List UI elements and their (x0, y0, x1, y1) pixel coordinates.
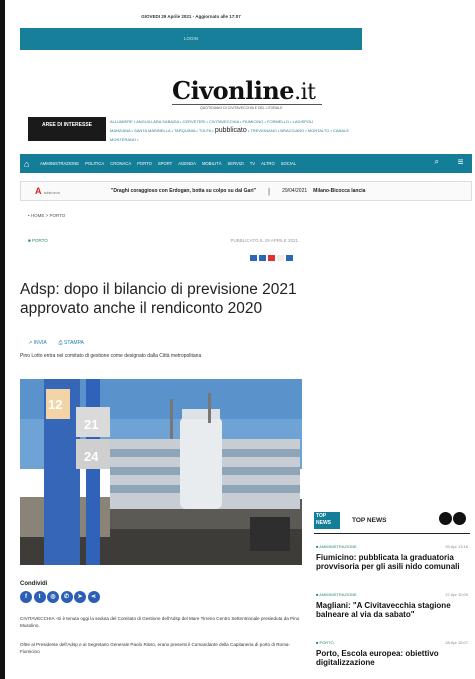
next-icon[interactable] (453, 512, 466, 525)
area-tags: ALLUMIERE • ANGUILLARA SABAZIA • CERVETE… (110, 117, 368, 144)
print-label: STAMPA (64, 340, 84, 346)
logo-subtitle: QUOTIDIANO DI CIVITAVECCHIA E DEL LITORA… (200, 106, 283, 110)
nav-items: AMMINISTRAZIONE POLITICA CRONACA PORTO S… (40, 161, 296, 166)
nav-item[interactable]: CRONACA (110, 161, 131, 166)
nav-item[interactable]: SERVIZI (227, 161, 243, 166)
ticker-headline-2[interactable]: 29/04/2021 Milano-Bicocca lancia (282, 188, 365, 194)
photo-mast-2 (208, 393, 211, 423)
article-paragraph: Oltre al Presidente dell'Adsp e al Segre… (20, 642, 291, 654)
article-actions: ↗ INVIA ⎙ STAMPA (28, 340, 84, 346)
share-label: Condividi (20, 581, 48, 587)
photo-sign-number-1: 12 (48, 397, 62, 412)
article-photo: 12 21 24 (20, 379, 302, 565)
nav-item[interactable]: PORTO (137, 161, 152, 166)
main-nav: ⌂ AMMINISTRAZIONE POLITICA CRONACA PORTO… (20, 154, 472, 173)
pubblicato-label: pubblicato (214, 127, 247, 134)
top-news-item[interactable]: ■ AMMINISTRAZIONE 27 Apr 10:00 Magliani: … (316, 592, 468, 619)
menu-icon[interactable]: ≡ (452, 156, 469, 171)
photo-tower (180, 417, 222, 509)
search-icon[interactable]: ⌕ (435, 157, 439, 167)
ticker-date: 29/04/2021 (282, 188, 308, 194)
nav-item[interactable]: AGENDA (178, 161, 196, 166)
logo-rule (172, 104, 322, 105)
ticker-logo-small: adnkronos (43, 191, 61, 195)
top-news-date: 27 Apr 10:00 (445, 592, 468, 597)
breadcrumb[interactable]: • HOME > PORTO (28, 213, 65, 218)
top-news-item[interactable]: ■ AMMINISTRAZIONE 29 Apr 13:16 Fiumicino:… (316, 544, 468, 571)
dateline: GIOVEDI 29 Aprile 2021 - Aggiornato alle… (141, 14, 241, 19)
article-lead: Pino Lotto entra nel comitato di gestion… (20, 353, 202, 359)
photo-sign-pole (86, 379, 100, 565)
publish-date: PUBBLICATO IL 29 APRILE 2021 (230, 238, 298, 243)
top-news-label: TOP NEWS (352, 516, 387, 524)
aree-di-interesse-box: AREE DI INTERESSE (28, 117, 106, 141)
prev-icon[interactable] (439, 512, 452, 525)
nav-item[interactable]: SOCIAL (281, 161, 296, 166)
send-button[interactable]: ↗ INVIA (28, 340, 47, 346)
nav-item[interactable]: SPORT (158, 161, 172, 166)
top-news-category: ■ AMMINISTRAZIONE (316, 544, 357, 549)
tags-line-1[interactable]: ALLUMIERE • ANGUILLARA SABAZIA • CERVETE… (110, 117, 368, 126)
photo-sign-number-2: 21 (84, 417, 98, 432)
pinterest-share-icon[interactable] (268, 255, 275, 261)
telegram-icon[interactable]: ➤ (74, 591, 86, 603)
facebook-icon[interactable]: f (20, 591, 32, 603)
facebook-share-icon[interactable] (250, 255, 257, 261)
twitter-share-icon[interactable] (259, 255, 266, 261)
top-news-title: Magliani: "A Civitavecchia stagione baln… (316, 601, 451, 619)
top-news-title: Porto, Escola europea: obiettivo digital… (316, 649, 439, 667)
nav-item[interactable]: POLITICA (85, 161, 104, 166)
top-news-header: TOP NEWS TOP NEWS (314, 510, 470, 530)
top-news-item[interactable]: ■ PORTO 28 Apr 15:07 Porto, Escola europe… (316, 640, 468, 667)
top-news-rule (314, 533, 470, 534)
photo-tower-top (182, 409, 220, 419)
nav-item[interactable]: ALTRO (261, 161, 275, 166)
instagram-icon[interactable]: ◎ (47, 591, 59, 603)
port-photo-illustration: 12 21 24 (20, 379, 302, 565)
left-border (0, 0, 5, 679)
ticker-headline[interactable]: "Draghi coraggioso con Erdogan, botta su… (111, 188, 256, 194)
article-meta: ■ PORTO PUBBLICATO IL 29 APRILE 2021 (28, 238, 298, 243)
ticker-logo-letter: A (35, 186, 42, 196)
print-button[interactable]: ⎙ STAMPA (59, 340, 84, 346)
top-news-category: ■ PORTO (316, 640, 334, 645)
nav-item[interactable]: MOBILITÀ (202, 161, 222, 166)
article-paragraph: CIVITAVECCHIA -Si è tenuta oggi la sedut… (20, 616, 300, 628)
email-share-icon[interactable] (286, 255, 293, 261)
top-news-date: 28 Apr 15:07 (445, 640, 468, 645)
twitter-icon[interactable]: t (33, 591, 46, 603)
logo-main: Civonline (172, 76, 295, 105)
ticker-separator: | (268, 186, 271, 196)
photo-mast-1 (170, 399, 173, 439)
top-news-date: 29 Apr 13:16 (445, 544, 468, 549)
photo-sign-number-3: 24 (84, 449, 99, 464)
send-label: INVIA (33, 340, 47, 346)
site-logo[interactable]: Civonline.it (172, 76, 316, 105)
nav-item[interactable]: AMMINISTRAZIONE (40, 161, 79, 166)
article-title: Adsp: dopo il bilancio di previsione 202… (20, 281, 297, 317)
carousel-controls (439, 512, 466, 525)
home-icon[interactable]: ⌂ (24, 159, 36, 169)
share-buttons: f t ◎ ✆ ➤ ⋖ (20, 591, 100, 603)
more-share-icon[interactable] (277, 255, 284, 261)
whatsapp-icon[interactable]: ✆ (60, 591, 73, 603)
logo-tld: .it (294, 80, 316, 105)
tags-line-2[interactable]: MANZIANA • SANTA MARINELLA • TARQUINIA •… (110, 128, 214, 133)
photo-barrier (250, 517, 290, 551)
share-icon[interactable]: ⋖ (87, 591, 100, 603)
share-buttons-top (250, 255, 293, 261)
top-news-title: Fiumicino: pubblicata la graduatoria pro… (316, 553, 460, 571)
ticker-headline-2-text: Milano-Bicocca lancia (313, 188, 366, 194)
article-category[interactable]: ■ PORTO (28, 238, 48, 243)
nav-item[interactable]: TV (250, 161, 255, 166)
top-news-category: ■ AMMINISTRAZIONE (316, 592, 357, 597)
login-banner-button[interactable]: LOGIN (20, 28, 362, 50)
top-news-badge: TOP NEWS (314, 511, 340, 529)
news-ticker: A adnkronos "Draghi coraggioso con Erdog… (20, 181, 472, 201)
adnkronos-logo[interactable]: A adnkronos (21, 186, 91, 196)
